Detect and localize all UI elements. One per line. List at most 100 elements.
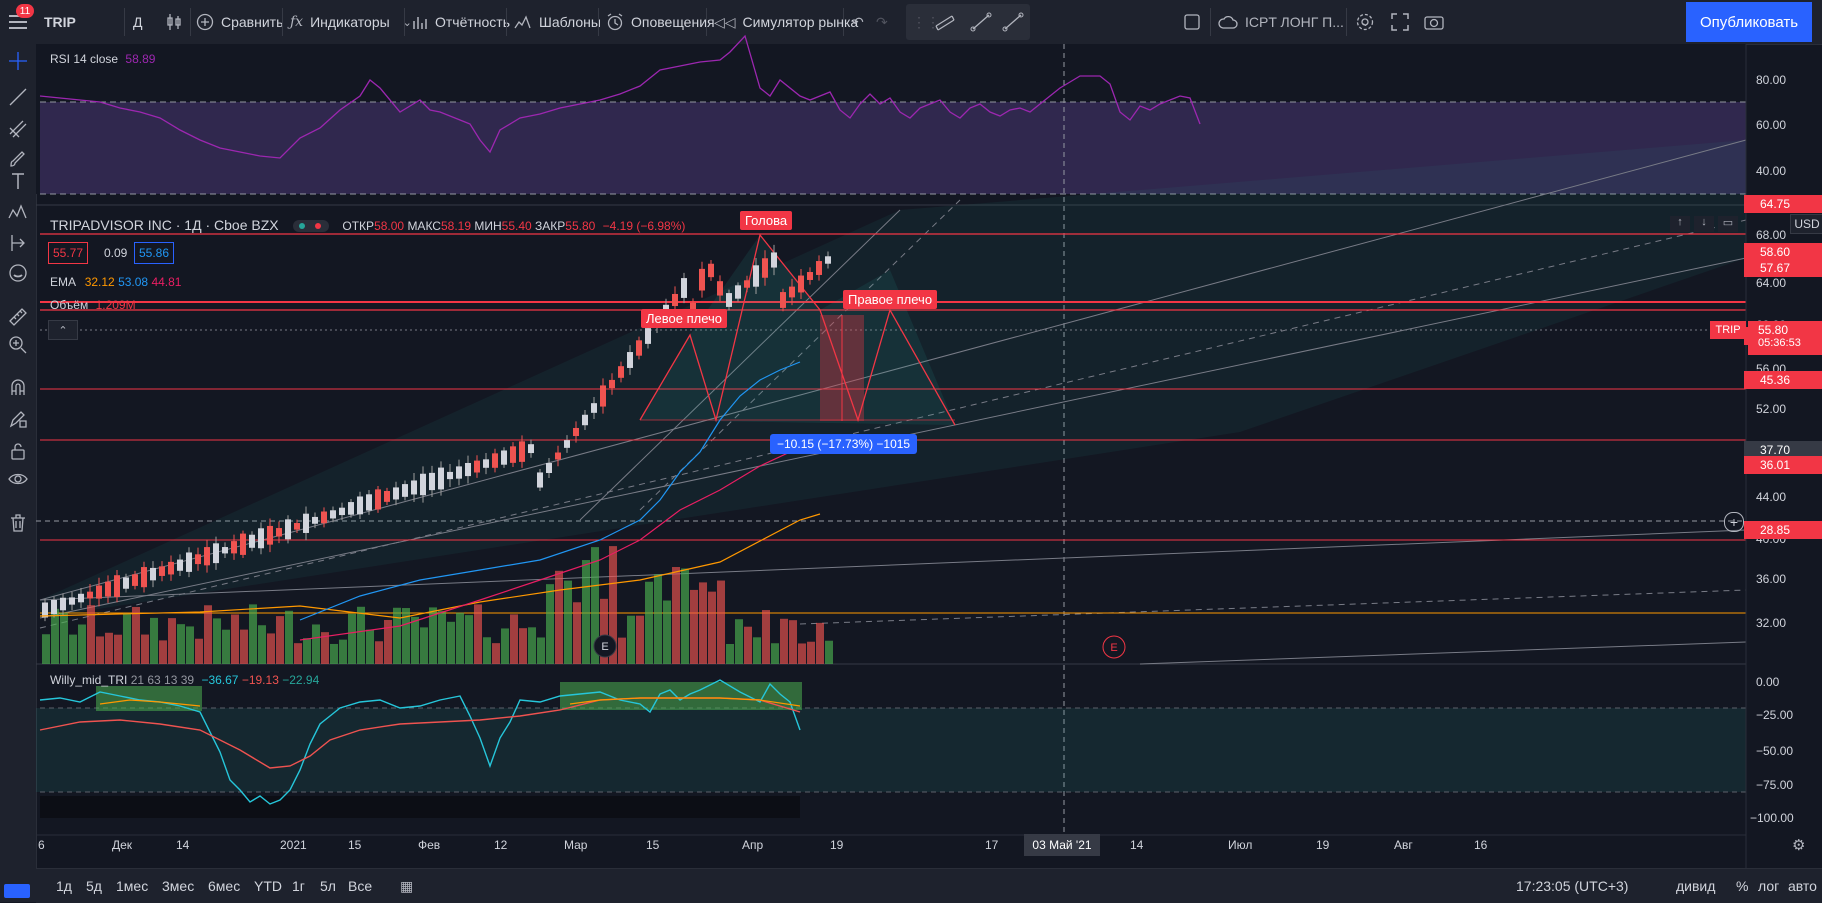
ema-legend[interactable]: EMA 32.12 53.08 44.81 [50,275,181,289]
range-3m[interactable]: 3мес [162,869,194,903]
spread-value: 0.09 [104,246,128,260]
range-5y[interactable]: 5л [320,869,336,903]
candle [726,293,732,307]
volume-bar [564,580,572,664]
collapse-legend-button[interactable]: ⌃ [48,320,78,340]
candle [474,460,480,473]
candle [573,427,579,437]
series-title: TRIPADVISOR INC · 1Д · Cboe BZX [50,217,279,233]
range-all[interactable]: Все [348,869,372,903]
range-5d[interactable]: 5д [86,869,102,903]
maximize-pane-button[interactable]: ▭ [1718,216,1738,232]
volume-bar [789,620,797,664]
willy-axis-label: −50.00 [1756,744,1794,758]
price-level-tag: 36.01 [1744,456,1822,474]
candle [528,444,534,454]
adjust-dividends-toggle[interactable]: дивид [1676,869,1715,903]
volume-bar [645,581,653,664]
maximize-icon: ▭ [1722,217,1734,229]
volume-bar [654,574,662,664]
gear-icon: ⚙ [1792,837,1806,854]
volume-bar [357,606,365,664]
left-shoulder-label[interactable]: Левое плечо [641,309,728,328]
auto-scale-toggle[interactable]: авто [1788,869,1817,903]
candle [123,577,129,589]
range-1d[interactable]: 1д [56,869,72,903]
range-6m[interactable]: 6мес [208,869,240,903]
range-1m[interactable]: 1мес [116,869,148,903]
close-label: ЗАКР [535,219,566,233]
head-label[interactable]: Голова [740,211,793,230]
percent-scale-toggle[interactable]: % [1736,869,1748,903]
volume-bar [420,627,428,664]
time-axis-label: 2021 [280,838,307,852]
price-axis-label: 68.00 [1756,228,1787,242]
ask-box[interactable]: 55.86 [134,242,175,264]
volume-bar [213,618,221,664]
measure-result[interactable]: −10.15 (−17.73%) −1015 [770,434,918,454]
move-pane-up-button[interactable]: ↑ [1670,216,1690,232]
candle [258,528,264,549]
volume-bar [222,629,230,664]
volume-label: Объём [50,298,89,312]
volume-bar [294,643,302,664]
currency-button[interactable]: USD [1790,214,1822,234]
volume-bar [303,638,311,664]
candle [204,547,210,566]
candle [744,280,750,288]
candle [438,467,444,490]
candle [789,286,795,298]
low-value: 55.40 [501,219,532,233]
time-axis-label: 15 [348,838,362,852]
candle [780,292,786,308]
willy-legend[interactable]: Willy_mid_TRI 21 63 13 39 −36.67 −19.13 … [50,673,319,687]
willy-band [36,708,1746,792]
volume-legend[interactable]: Объём 1.209M [50,298,136,312]
volume-bar [132,606,140,664]
volume-bar [312,624,320,664]
volume-bar [825,640,833,664]
volume-bar [150,617,158,664]
candle [483,459,489,468]
series-legend[interactable]: TRIPADVISOR INC · 1Д · Cboe BZX ОТКР58.0… [50,217,685,233]
candle [393,487,399,500]
candle [447,471,453,480]
candle [312,516,318,524]
range-1y[interactable]: 1г [292,869,305,903]
volume-bar [123,613,131,664]
volume-bar [816,622,824,664]
candle [213,543,219,564]
right-shoulder-label[interactable]: Правое плечо [843,290,938,309]
candle [429,472,435,491]
volume-bar [60,612,68,664]
current-price-tag: 55.80 05:36:53 [1748,321,1822,355]
rsi-legend[interactable]: RSI 14 close 58.89 [50,52,155,66]
close-value: 55.80 [565,219,596,233]
volume-value: 1.209M [95,298,136,312]
plus-icon: + [1729,514,1739,530]
candle [708,263,714,278]
bid-box[interactable]: 55.77 [48,242,89,264]
candle [456,466,462,479]
volume-bar [618,637,626,664]
move-pane-down-button[interactable]: ↓ [1694,216,1714,232]
price-axis-label: 52.00 [1756,402,1787,416]
add-alert-button[interactable]: + [1724,512,1744,532]
date-range-button[interactable]: ▦ [400,869,413,903]
candle [339,507,345,516]
candle [384,491,390,502]
arrow-down-icon: ↓ [1701,216,1707,228]
range-ytd[interactable]: YTD [254,869,282,903]
willy-value-2: −19.13 [241,673,279,687]
bar-countdown: 05:36:53 [1758,337,1801,349]
log-scale-toggle[interactable]: лог [1758,869,1779,903]
clock-timezone[interactable]: 17:23:05 (UTC+3) [1516,869,1628,903]
volume-bar [375,641,383,664]
volume-bar [501,628,509,664]
volume-bar [717,580,725,664]
volume-bar [456,612,464,664]
candle [168,561,174,575]
axis-settings-button[interactable]: ⚙ [1792,836,1805,854]
candle [186,552,192,572]
willy-params: 21 63 13 39 [130,673,195,687]
